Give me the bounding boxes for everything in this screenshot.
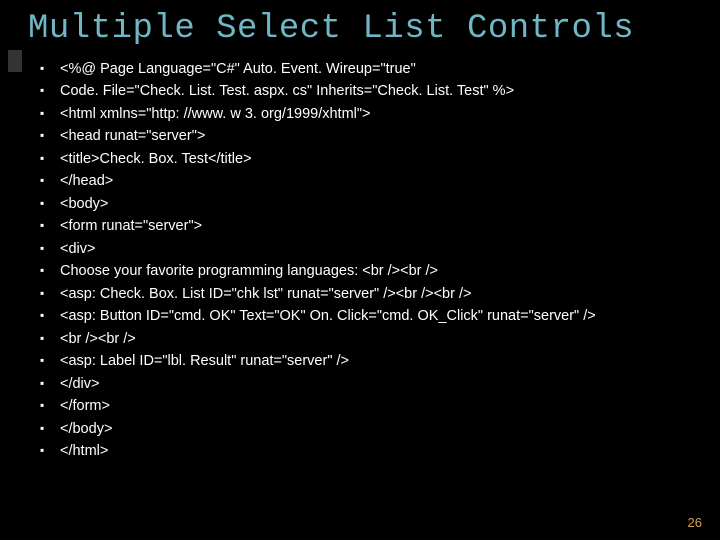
bullet-icon: ▪ bbox=[40, 238, 60, 258]
bullet-icon: ▪ bbox=[40, 418, 60, 438]
code-text: </div> bbox=[60, 373, 100, 395]
code-line: ▪<form runat="server"> bbox=[40, 215, 720, 237]
code-line: ▪<div> bbox=[40, 238, 720, 260]
bullet-icon: ▪ bbox=[40, 215, 60, 235]
code-text: Code. File="Check. List. Test. aspx. cs"… bbox=[60, 80, 514, 102]
bullet-icon: ▪ bbox=[40, 170, 60, 190]
bullet-icon: ▪ bbox=[40, 350, 60, 370]
bullet-icon: ▪ bbox=[40, 148, 60, 168]
code-text: <head runat="server"> bbox=[60, 125, 205, 147]
code-text: Choose your favorite programming languag… bbox=[60, 260, 438, 282]
code-line: ▪<html xmlns="http: //www. w 3. org/1999… bbox=[40, 103, 720, 125]
bullet-icon: ▪ bbox=[40, 283, 60, 303]
bullet-icon: ▪ bbox=[40, 305, 60, 325]
bullet-icon: ▪ bbox=[40, 328, 60, 348]
page-number: 26 bbox=[688, 515, 702, 530]
code-line: ▪<head runat="server"> bbox=[40, 125, 720, 147]
code-line: ▪</div> bbox=[40, 373, 720, 395]
code-line: ▪<asp: Label ID="lbl. Result" runat="ser… bbox=[40, 350, 720, 372]
code-listing: ▪<%@ Page Language="C#" Auto. Event. Wir… bbox=[0, 54, 720, 462]
code-line: ▪</form> bbox=[40, 395, 720, 417]
code-text: <asp: Button ID="cmd. OK" Text="OK" On. … bbox=[60, 305, 596, 327]
code-text: </html> bbox=[60, 440, 108, 462]
bullet-icon: ▪ bbox=[40, 58, 60, 78]
bullet-icon: ▪ bbox=[40, 80, 60, 100]
code-text: <div> bbox=[60, 238, 95, 260]
code-line: ▪Choose your favorite programming langua… bbox=[40, 260, 720, 282]
code-line: ▪<body> bbox=[40, 193, 720, 215]
code-text: </form> bbox=[60, 395, 110, 417]
slide-title: Multiple Select List Controls bbox=[0, 0, 720, 54]
code-text: </body> bbox=[60, 418, 112, 440]
bullet-icon: ▪ bbox=[40, 395, 60, 415]
code-text: <html xmlns="http: //www. w 3. org/1999/… bbox=[60, 103, 371, 125]
code-line: ▪</html> bbox=[40, 440, 720, 462]
code-line: ▪Code. File="Check. List. Test. aspx. cs… bbox=[40, 80, 720, 102]
code-text: <br /><br /> bbox=[60, 328, 136, 350]
bullet-icon: ▪ bbox=[40, 103, 60, 123]
accent-block bbox=[8, 50, 22, 72]
code-line: ▪<asp: Check. Box. List ID="chk lst" run… bbox=[40, 283, 720, 305]
bullet-icon: ▪ bbox=[40, 373, 60, 393]
code-text: <%@ Page Language="C#" Auto. Event. Wire… bbox=[60, 58, 416, 80]
bullet-icon: ▪ bbox=[40, 125, 60, 145]
bullet-icon: ▪ bbox=[40, 440, 60, 460]
slide: Multiple Select List Controls ▪<%@ Page … bbox=[0, 0, 720, 540]
bullet-icon: ▪ bbox=[40, 193, 60, 213]
code-text: </head> bbox=[60, 170, 113, 192]
code-line: ▪<title>Check. Box. Test</title> bbox=[40, 148, 720, 170]
code-line: ▪<br /><br /> bbox=[40, 328, 720, 350]
code-text: <title>Check. Box. Test</title> bbox=[60, 148, 252, 170]
code-text: <form runat="server"> bbox=[60, 215, 202, 237]
code-text: <body> bbox=[60, 193, 108, 215]
code-line: ▪</head> bbox=[40, 170, 720, 192]
bullet-icon: ▪ bbox=[40, 260, 60, 280]
code-line: ▪<%@ Page Language="C#" Auto. Event. Wir… bbox=[40, 58, 720, 80]
code-line: ▪<asp: Button ID="cmd. OK" Text="OK" On.… bbox=[40, 305, 720, 327]
code-line: ▪</body> bbox=[40, 418, 720, 440]
code-text: <asp: Label ID="lbl. Result" runat="serv… bbox=[60, 350, 349, 372]
code-text: <asp: Check. Box. List ID="chk lst" runa… bbox=[60, 283, 471, 305]
